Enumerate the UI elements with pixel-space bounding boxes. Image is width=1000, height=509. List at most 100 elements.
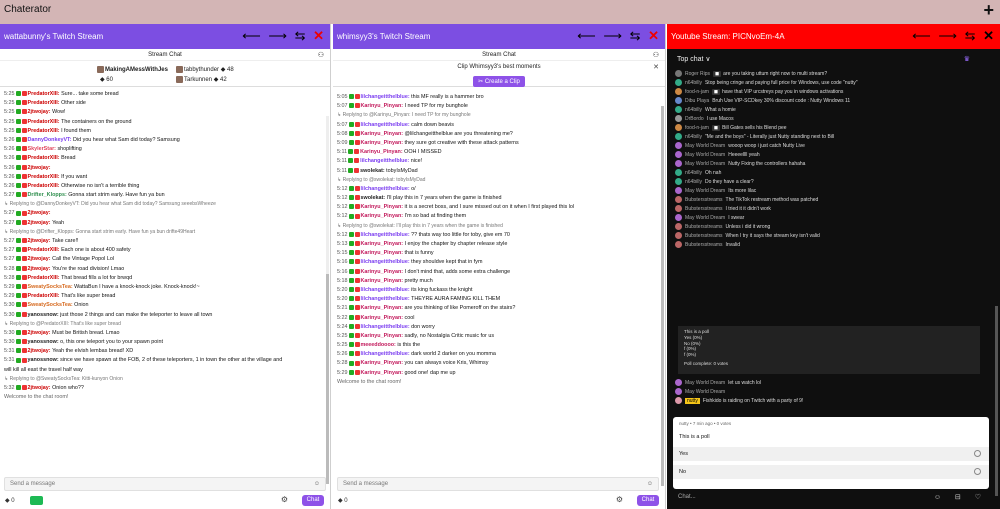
username[interactable]: PredatorXIII: (28, 183, 62, 189)
avatar[interactable] (675, 169, 682, 177)
username[interactable]: yanossnow: (28, 312, 61, 318)
crown-icon[interactable]: ♛ (964, 55, 970, 63)
radio-icon[interactable] (974, 468, 981, 475)
avatar[interactable] (675, 133, 682, 141)
emoji-icon[interactable]: ☺ (314, 481, 320, 487)
username[interactable]: yanossnow: (28, 357, 61, 363)
avatar[interactable] (675, 115, 682, 123)
avatar[interactable] (675, 160, 682, 168)
username[interactable]: food-n-jam (685, 125, 709, 131)
username[interactable]: PredatorXIII: (28, 275, 62, 281)
poll-option-no[interactable]: No (673, 465, 989, 479)
username[interactable]: n64billy (685, 179, 702, 185)
close-icon[interactable]: ✕ (313, 28, 326, 43)
close-icon[interactable]: ✕ (653, 63, 659, 71)
username[interactable]: nutty (685, 398, 700, 404)
username[interactable]: Bubstersstreams (685, 242, 723, 248)
radio-icon[interactable] (974, 450, 981, 457)
avatar[interactable] (675, 70, 682, 78)
username[interactable]: Karinyu_Pinyan: (361, 278, 405, 284)
username[interactable]: DannyDonkeyVT: (28, 137, 74, 143)
username[interactable]: 2jtwojay: (28, 256, 53, 262)
username[interactable]: Karinyu_Pinyan: (361, 140, 405, 146)
username[interactable]: Karinyu_Pinyan: (361, 305, 405, 311)
username[interactable]: Karinyu_Pinyan: (361, 370, 405, 376)
username[interactable]: PredatorXIII: (28, 119, 62, 125)
username[interactable]: n64billy (685, 107, 702, 113)
message-input[interactable]: Send a message ☺ (337, 477, 659, 491)
users-icon[interactable]: ⚇ (653, 51, 659, 59)
username[interactable]: DrBordo (685, 116, 704, 122)
username[interactable]: PredatorXIII: (28, 247, 62, 253)
username[interactable]: Karinyu_Pinyan: (361, 269, 405, 275)
username[interactable]: 2jtwojay: (28, 238, 53, 244)
username[interactable]: lilchangeitthelblue: (361, 324, 412, 330)
username[interactable]: May World Dream (685, 389, 725, 395)
username[interactable]: lilchangeitthelblue: (361, 351, 412, 357)
users-icon[interactable]: ⚇ (318, 51, 324, 59)
username[interactable]: lilchangeitthelblue: (361, 296, 412, 302)
avatar[interactable] (675, 142, 682, 150)
username[interactable]: 2jtwojay: (28, 330, 53, 336)
username[interactable]: 2jtwojay: (28, 210, 51, 216)
username[interactable]: 2jtwojay: (28, 220, 53, 226)
username[interactable]: Karinyu_Pinyan: (361, 315, 405, 321)
points-display[interactable]: ◆ 0 (5, 497, 15, 504)
username[interactable]: PredatorXIII: (28, 293, 62, 299)
username[interactable]: lilchangeitthelblue: (361, 232, 412, 238)
chat-button[interactable]: Chat (302, 495, 324, 506)
username[interactable]: SweatySocksTea: (28, 302, 75, 308)
avatar[interactable] (675, 124, 682, 132)
avatar[interactable] (675, 388, 682, 396)
username[interactable]: 2jtwojay: (28, 165, 51, 171)
username[interactable]: SweatySocksTea: (28, 284, 75, 290)
poll-option-yes[interactable]: Yes (673, 447, 989, 461)
username[interactable]: Bubstersstreams (685, 233, 723, 239)
username[interactable]: lilchangeitthelblue: (361, 122, 412, 128)
username[interactable]: Karinyu_Pinyan: (361, 204, 405, 210)
username[interactable]: Karinyu_Pinyan: (361, 360, 405, 366)
username[interactable]: n64billy (685, 134, 702, 140)
chat-action-icons[interactable]: ☺ ⊟ ♡ (934, 493, 987, 501)
username[interactable]: lilchangeitthelblue: (361, 287, 412, 293)
username[interactable]: swolekat: (360, 168, 386, 174)
username[interactable]: Karinyu_Pinyan: (361, 241, 405, 247)
username[interactable]: 2jtwojay: (28, 266, 53, 272)
username[interactable]: Karinyu_Pinyan: (361, 333, 405, 339)
avatar[interactable] (675, 106, 682, 114)
chat-button[interactable]: Chat (637, 495, 659, 506)
username[interactable]: 2jtwojay: (28, 385, 53, 391)
username[interactable]: PredatorXIII: (28, 128, 62, 134)
avatar[interactable] (675, 178, 682, 186)
avatar[interactable] (675, 223, 682, 231)
username[interactable]: May World Dream (685, 380, 725, 386)
username[interactable]: Bubstersstreams (685, 206, 723, 212)
username[interactable]: Roger Rips (685, 71, 710, 77)
username[interactable]: yanossnow: (28, 339, 61, 345)
close-icon[interactable]: ✕ (648, 28, 661, 43)
username[interactable]: 2jtwojay: (28, 109, 53, 115)
panel-nav-icons[interactable]: ⟵ ⟶ ⇆ (577, 28, 648, 43)
gear-icon[interactable]: ⚙ (616, 495, 623, 504)
avatar[interactable] (675, 397, 682, 405)
username[interactable]: May World Dream (685, 152, 725, 158)
avatar[interactable] (675, 232, 682, 240)
username[interactable]: PredatorXIII: (28, 100, 62, 106)
avatar[interactable] (675, 151, 682, 159)
username[interactable]: meeeddoooo: (361, 342, 398, 348)
emoji-icon[interactable]: ☺ (647, 481, 653, 487)
username[interactable]: May World Dream (685, 215, 725, 221)
username[interactable]: PredatorXIII: (28, 174, 62, 180)
username[interactable]: food-n-jam (685, 89, 709, 95)
username[interactable]: Karinyu_Pinyan: (361, 213, 405, 219)
points-display[interactable]: ◆ 0 (338, 497, 348, 504)
username[interactable]: Karinyu_Pinyan: (361, 131, 405, 137)
gear-icon[interactable]: ⚙ (281, 495, 288, 504)
username[interactable]: Karinyu_Pinyan: (361, 250, 405, 256)
username[interactable]: May World Dream (685, 188, 725, 194)
avatar[interactable] (675, 214, 682, 222)
avatar[interactable] (675, 241, 682, 249)
avatar[interactable] (675, 88, 682, 96)
username[interactable]: lilchangeitthelblue: (360, 158, 411, 164)
username[interactable]: lilchangeitthelblue: (361, 94, 412, 100)
